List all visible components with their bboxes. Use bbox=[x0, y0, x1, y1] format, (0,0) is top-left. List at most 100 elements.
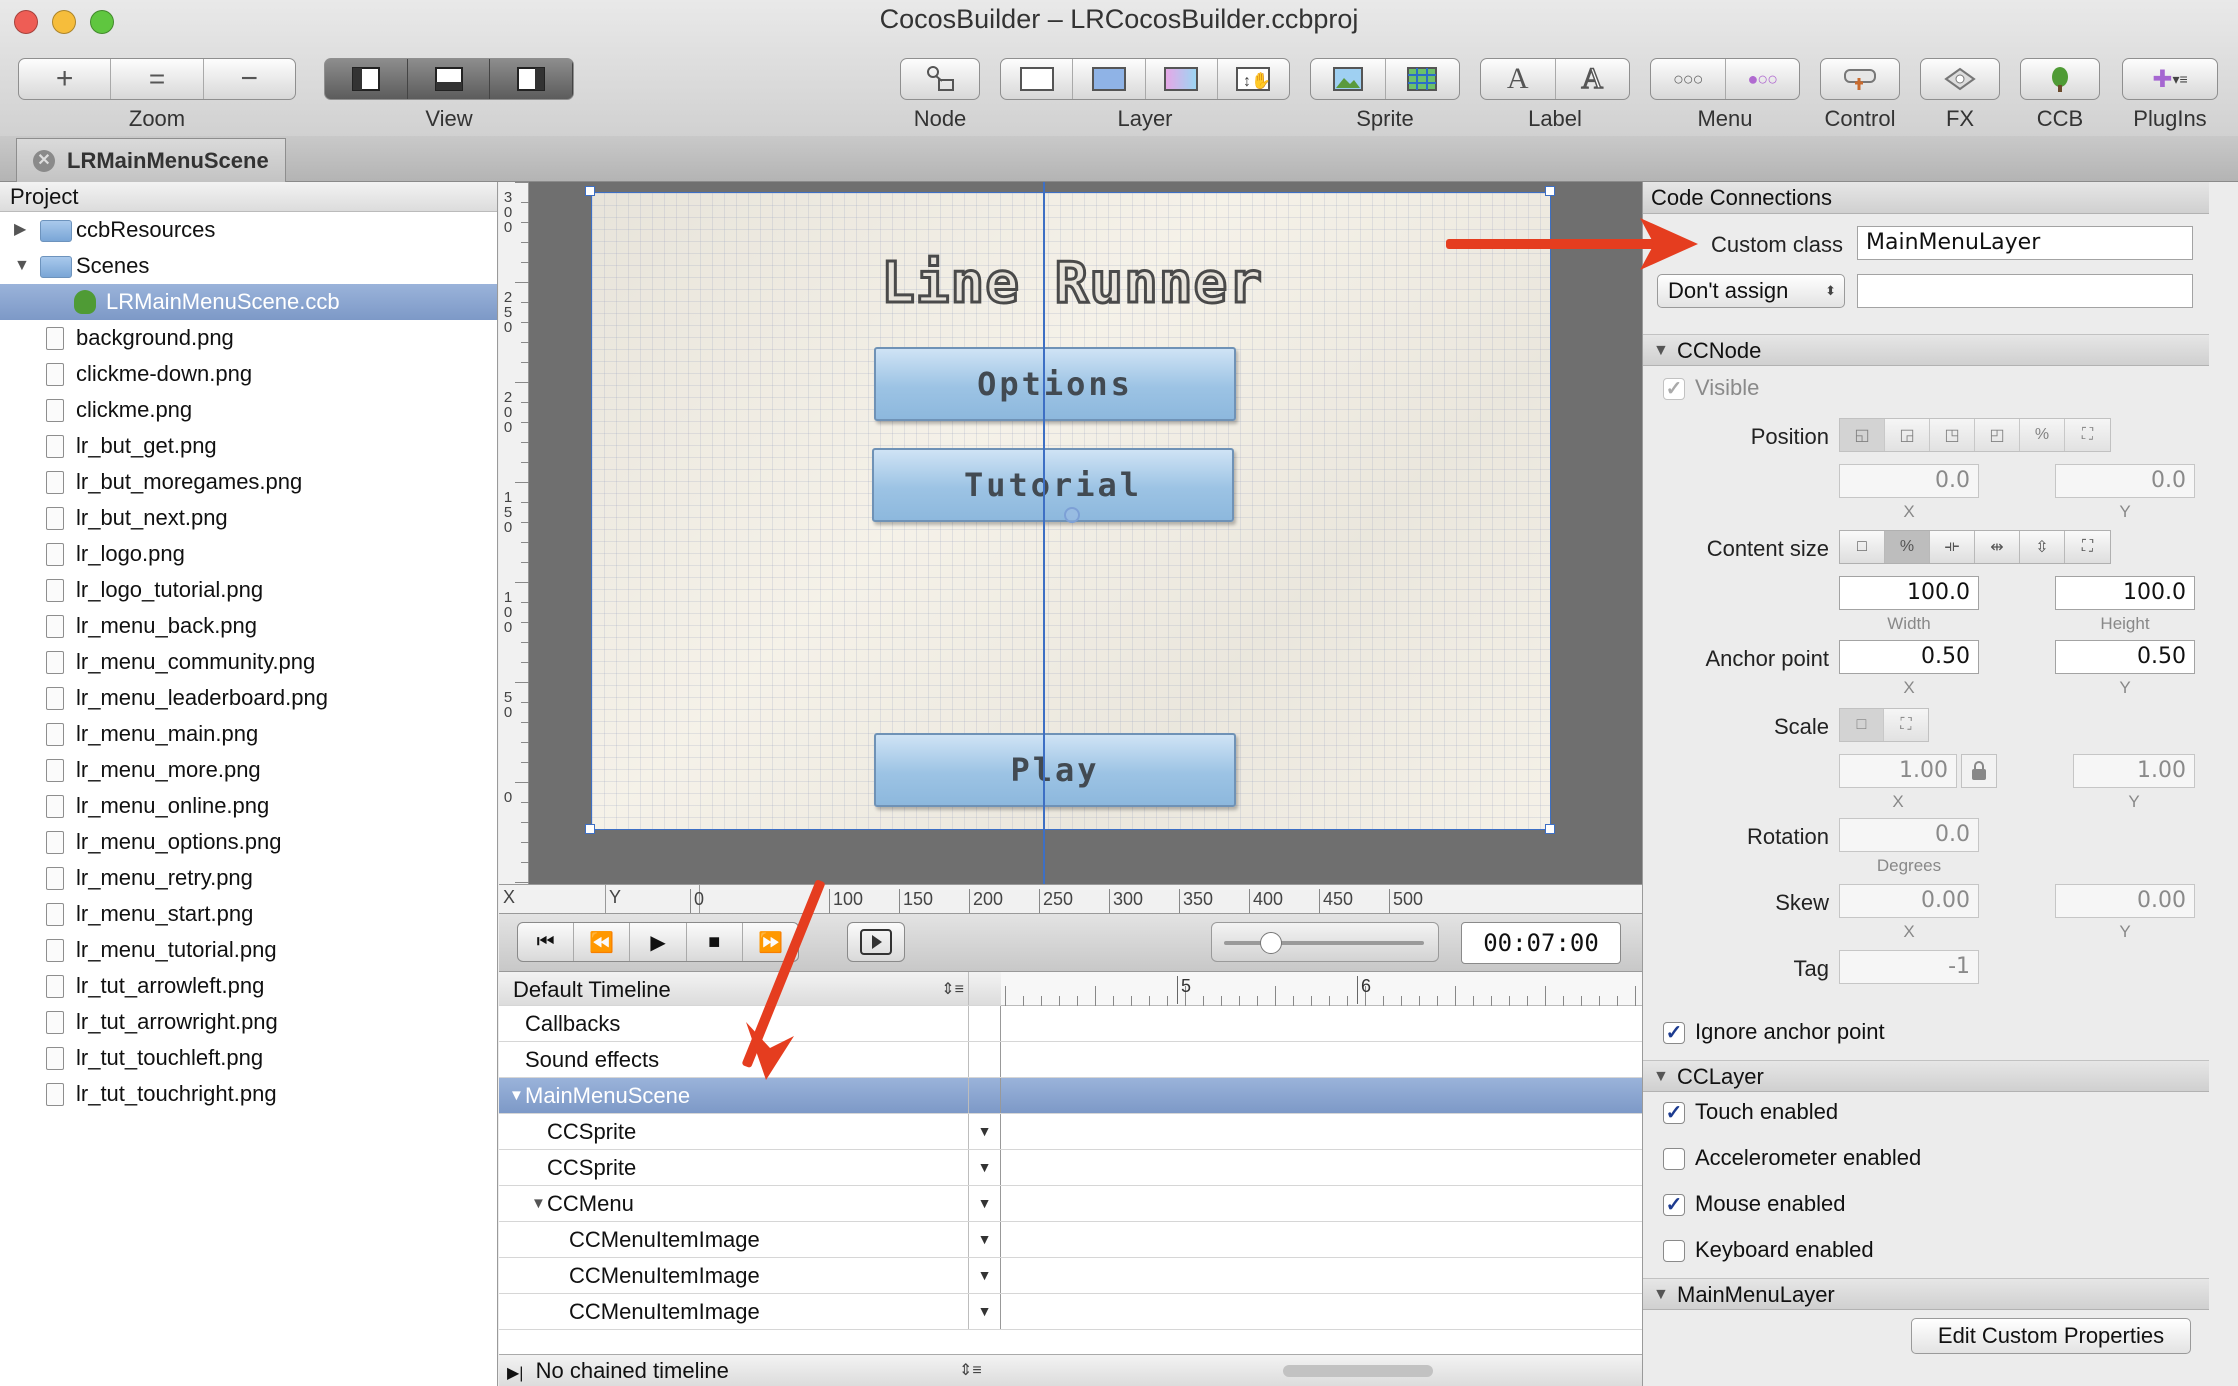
disclosure-triangle-icon[interactable]: ▼ bbox=[14, 248, 30, 284]
timeline-row[interactable]: ▼ MainMenuScene bbox=[499, 1078, 1642, 1114]
keyboard-enabled-checkbox[interactable] bbox=[1663, 1240, 1685, 1262]
disclosure-triangle-icon[interactable]: ▶ bbox=[14, 212, 26, 248]
project-file-item[interactable]: lr_menu_leaderboard.png bbox=[0, 680, 497, 716]
layer-icon[interactable] bbox=[1001, 59, 1074, 99]
scroll-layer-icon[interactable]: ↕✋ bbox=[1218, 59, 1289, 99]
property-dropdown-icon[interactable]: ▼ bbox=[978, 1123, 992, 1139]
project-file-item[interactable]: lr_tut_arrowleft.png bbox=[0, 968, 497, 1004]
assign-variable-input[interactable] bbox=[1857, 274, 2193, 308]
timeline-ruler[interactable]: 56 bbox=[1001, 972, 1642, 1006]
position-type-buttons[interactable]: ◱ ◲ ◳ ◰% ⛶ bbox=[1839, 418, 2111, 452]
position-scale-icon[interactable]: ⛶ bbox=[2065, 419, 2110, 451]
menu-segmented-control[interactable]: ○○○ ●○○ bbox=[1650, 58, 1800, 100]
project-file-item[interactable]: lr_tut_touchleft.png bbox=[0, 1040, 497, 1076]
size-height-icon[interactable]: ⇳ bbox=[2020, 531, 2065, 563]
project-file-item[interactable]: lr_tut_arrowright.png bbox=[0, 1004, 497, 1040]
node-button[interactable] bbox=[900, 58, 980, 100]
scale-x-field[interactable]: 1.00 bbox=[1839, 754, 1957, 788]
anchor-y-field[interactable]: 0.50 bbox=[2055, 640, 2195, 674]
timeline-scale-slider[interactable] bbox=[1211, 922, 1439, 962]
step-back-icon[interactable]: ⏪ bbox=[574, 923, 631, 961]
position-top-right-icon[interactable]: ◳ bbox=[1930, 419, 1975, 451]
property-dropdown-icon[interactable]: ▼ bbox=[978, 1159, 992, 1175]
zoom-in-icon[interactable]: + bbox=[19, 59, 112, 99]
menu-item-icon[interactable]: ●○○ bbox=[1726, 59, 1800, 99]
property-dropdown-icon[interactable]: ▼ bbox=[978, 1231, 992, 1247]
timeline-row[interactable]: CCSprite ▼ bbox=[499, 1114, 1642, 1150]
project-file-item[interactable]: lr_logo_tutorial.png bbox=[0, 572, 497, 608]
layer-segmented-control[interactable]: ↕✋ bbox=[1000, 58, 1290, 100]
property-dropdown-icon[interactable]: ▼ bbox=[978, 1303, 992, 1319]
size-scale-icon[interactable]: ⛶ bbox=[2065, 531, 2110, 563]
zoom-reset-icon[interactable]: = bbox=[111, 59, 204, 99]
tutorial-menu-item[interactable]: Tutorial bbox=[872, 448, 1234, 522]
timeline-horizontal-scrollbar[interactable] bbox=[1283, 1365, 1433, 1377]
project-file-item[interactable]: clickme.png bbox=[0, 392, 497, 428]
mouse-enabled-checkbox[interactable]: ✓ bbox=[1663, 1194, 1685, 1216]
selection-handle-top-right[interactable] bbox=[1545, 186, 1555, 196]
project-file-item[interactable]: lr_menu_community.png bbox=[0, 644, 497, 680]
position-top-left-icon[interactable]: ◲ bbox=[1885, 419, 1930, 451]
size-width-icon[interactable]: ⇹ bbox=[1975, 531, 2020, 563]
timeline-row[interactable]: CCSprite ▼ bbox=[499, 1150, 1642, 1186]
plugins-button[interactable]: ✚ ▾≡ bbox=[2122, 58, 2218, 100]
selection-handle-top-left[interactable] bbox=[585, 186, 595, 196]
scale-y-field[interactable]: 1.00 bbox=[2073, 754, 2195, 788]
size-percent-icon[interactable]: % bbox=[1885, 531, 1930, 563]
timeline-row[interactable]: ▼ CCMenu ▼ bbox=[499, 1186, 1642, 1222]
timeline-selector[interactable]: Default Timeline ⇕≡ bbox=[499, 972, 969, 1005]
ignore-anchor-checkbox[interactable]: ✓ bbox=[1663, 1022, 1685, 1044]
touch-enabled-checkbox[interactable]: ✓ bbox=[1663, 1102, 1685, 1124]
disclosure-triangle-icon[interactable]: ▼ bbox=[509, 1078, 524, 1113]
label-segmented-control[interactable]: A A bbox=[1480, 58, 1630, 100]
rotation-field[interactable]: 0.0 bbox=[1839, 818, 1979, 852]
tag-field[interactable]: -1 bbox=[1839, 950, 1979, 984]
scale-type-buttons[interactable]: □ ⛶ bbox=[1839, 708, 1929, 742]
zoom-segmented-control[interactable]: + = − bbox=[18, 58, 296, 100]
assign-popup[interactable]: Don't assign ⬍ bbox=[1657, 274, 1845, 308]
timeline-row[interactable]: Callbacks bbox=[499, 1006, 1642, 1042]
anchor-x-field[interactable]: 0.50 bbox=[1839, 640, 1979, 674]
disclosure-triangle-icon[interactable]: ▼ bbox=[1653, 1279, 1669, 1310]
content-size-type-buttons[interactable]: □% ⟛ ⇹ ⇳ ⛶ bbox=[1839, 530, 2111, 564]
position-y-field[interactable]: 0.0 bbox=[2055, 464, 2195, 498]
disclosure-triangle-icon[interactable]: ▼ bbox=[1653, 335, 1669, 366]
menu-icon[interactable]: ○○○ bbox=[1651, 59, 1726, 99]
play-icon[interactable]: ▶ bbox=[630, 923, 687, 961]
disclosure-triangle-icon[interactable]: ▼ bbox=[531, 1186, 546, 1221]
selection-handle-bottom-left[interactable] bbox=[585, 824, 595, 834]
project-file-item[interactable]: lr_menu_tutorial.png bbox=[0, 932, 497, 968]
scale-absolute-icon[interactable]: □ bbox=[1840, 709, 1885, 741]
sprite-icon[interactable] bbox=[1311, 59, 1386, 99]
label-ttf-icon[interactable]: A bbox=[1481, 59, 1556, 99]
layer-gradient-icon[interactable] bbox=[1146, 59, 1218, 99]
sprite-segmented-control[interactable] bbox=[1310, 58, 1460, 100]
custom-class-input[interactable]: MainMenuLayer bbox=[1857, 226, 2193, 260]
project-file-item[interactable]: LRMainMenuScene.ccb bbox=[0, 284, 497, 320]
mainmenulayer-section-header[interactable]: ▼ MainMenuLayer bbox=[1643, 1278, 2209, 1310]
position-bottom-left-icon[interactable]: ◱ bbox=[1840, 419, 1885, 451]
project-file-item[interactable]: lr_logo.png bbox=[0, 536, 497, 572]
position-bottom-right-icon[interactable]: ◰ bbox=[1975, 419, 2020, 451]
scale-multiply-icon[interactable]: ⛶ bbox=[1884, 709, 1928, 741]
selection-handle-bottom-right[interactable] bbox=[1545, 824, 1555, 834]
project-file-item[interactable]: background.png bbox=[0, 320, 497, 356]
project-file-item[interactable]: lr_menu_main.png bbox=[0, 716, 497, 752]
timeline-time-display[interactable]: 00:07:00 bbox=[1461, 922, 1621, 964]
jump-to-start-icon[interactable]: ⏮ bbox=[518, 923, 575, 961]
project-file-item[interactable]: lr_menu_start.png bbox=[0, 896, 497, 932]
accelerometer-enabled-checkbox[interactable] bbox=[1663, 1148, 1685, 1170]
vertical-guide-line[interactable] bbox=[1043, 182, 1045, 884]
stop-icon[interactable]: ■ bbox=[687, 923, 743, 961]
size-inset-h-icon[interactable]: ⟛ bbox=[1930, 531, 1975, 563]
chained-timeline-bar[interactable]: ▶| No chained timeline ⇕≡ bbox=[499, 1354, 1642, 1386]
size-points-icon[interactable]: □ bbox=[1840, 531, 1885, 563]
scale-lock-button[interactable] bbox=[1961, 754, 1997, 788]
loop-play-button[interactable] bbox=[847, 922, 905, 962]
play-menu-item[interactable]: Play bbox=[874, 733, 1236, 807]
anchor-point-handle[interactable] bbox=[1064, 507, 1080, 523]
bottom-panel-icon[interactable] bbox=[408, 59, 491, 99]
document-tab[interactable]: ✕ LRMainMenuScene bbox=[16, 138, 286, 182]
control-button[interactable] bbox=[1820, 58, 1900, 100]
left-panel-icon[interactable] bbox=[325, 59, 408, 99]
